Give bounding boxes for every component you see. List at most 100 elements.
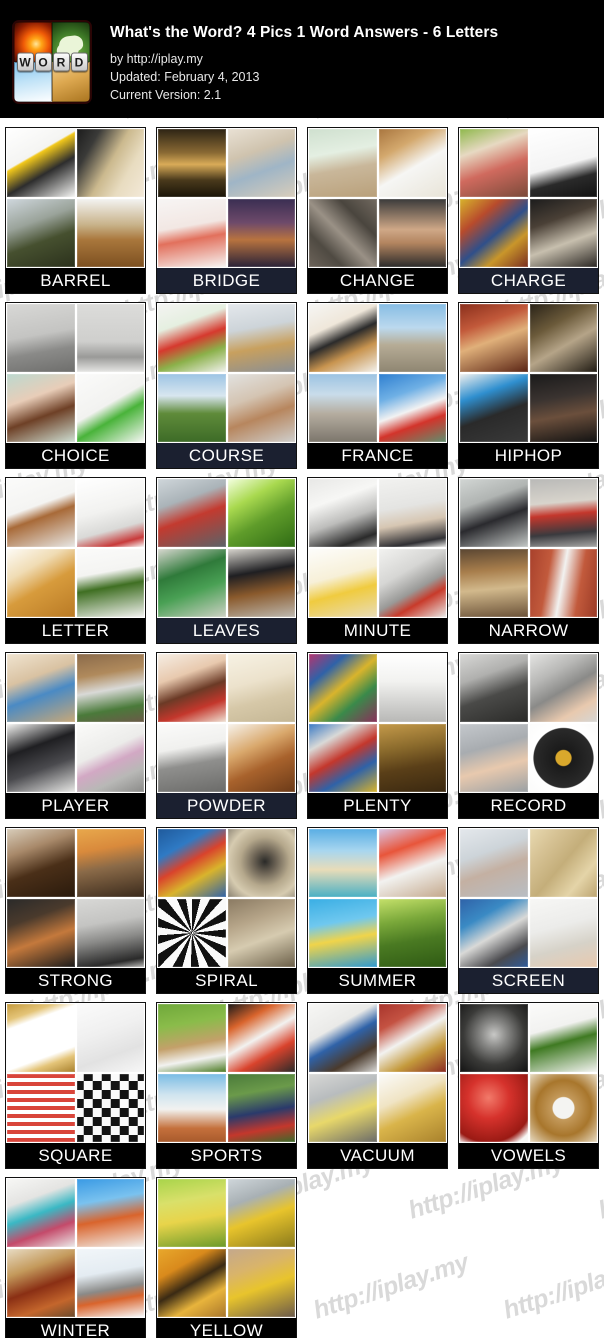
puzzle-image-1 — [309, 304, 377, 372]
answer-card-letter[interactable]: LETTER — [6, 478, 145, 643]
answer-word-label: PLAYER — [6, 793, 145, 818]
puzzle-image-2 — [76, 1004, 144, 1072]
puzzle-image-4 — [227, 899, 295, 967]
answer-card-minute[interactable]: MINUTE — [308, 478, 447, 643]
puzzle-images — [308, 478, 447, 618]
puzzle-image-4 — [76, 899, 144, 967]
answer-word-label: SPORTS — [157, 1143, 296, 1168]
logo-tile-d: D — [70, 52, 88, 72]
puzzle-image-2 — [227, 654, 295, 722]
puzzle-image-2 — [378, 304, 446, 372]
puzzle-image-2 — [227, 479, 295, 547]
puzzle-image-3 — [309, 374, 377, 442]
answer-word-label: SQUARE — [6, 1143, 145, 1168]
answer-card-slot: SPORTS — [151, 993, 302, 1168]
answer-card-course[interactable]: COURSE — [157, 303, 296, 468]
answer-card-vowels[interactable]: VOWELS — [459, 1003, 598, 1168]
puzzle-image-4 — [378, 1074, 446, 1142]
answer-word-label: MINUTE — [308, 618, 447, 643]
answer-word-label: VOWELS — [459, 1143, 598, 1168]
answer-card-powder[interactable]: POWDER — [157, 653, 296, 818]
puzzle-image-4 — [529, 1074, 597, 1142]
puzzle-image-4 — [529, 899, 597, 967]
answer-card-slot: RECORD — [453, 643, 604, 818]
puzzle-image-4 — [378, 899, 446, 967]
answer-word-label: LEAVES — [157, 618, 296, 643]
answer-card-bridge[interactable]: BRIDGE — [157, 128, 296, 293]
puzzle-image-3 — [460, 1074, 528, 1142]
puzzle-image-2 — [76, 829, 144, 897]
puzzle-image-3 — [460, 374, 528, 442]
puzzle-image-2 — [529, 304, 597, 372]
puzzle-image-4 — [529, 199, 597, 267]
puzzle-image-1 — [309, 654, 377, 722]
answer-card-vacuum[interactable]: VACUUM — [308, 1003, 447, 1168]
puzzle-image-4 — [227, 1074, 295, 1142]
puzzle-images — [6, 828, 145, 968]
answer-card-winter[interactable]: WINTER — [6, 1178, 145, 1338]
puzzle-image-4 — [227, 199, 295, 267]
answer-card-slot: YELLOW — [151, 1168, 302, 1338]
puzzle-image-2 — [529, 1004, 597, 1072]
answer-card-slot: FRANCE — [302, 293, 453, 468]
answer-card-change[interactable]: CHANGE — [308, 128, 447, 293]
answer-card-strong[interactable]: STRONG — [6, 828, 145, 993]
puzzle-image-2 — [378, 129, 446, 197]
puzzle-image-3 — [309, 724, 377, 792]
answer-word-label: WINTER — [6, 1318, 145, 1338]
answer-card-square[interactable]: SQUARE — [6, 1003, 145, 1168]
answer-card-yellow[interactable]: YELLOW — [157, 1178, 296, 1338]
puzzle-image-1 — [7, 304, 75, 372]
answer-card-screen[interactable]: SCREEN — [459, 828, 598, 993]
puzzle-images — [459, 478, 598, 618]
puzzle-images — [308, 128, 447, 268]
puzzle-images — [157, 653, 296, 793]
answer-card-leaves[interactable]: LEAVES — [157, 478, 296, 643]
logo-tile-o: O — [34, 52, 52, 72]
answer-card-barrel[interactable]: BARREL — [6, 128, 145, 293]
puzzle-image-2 — [227, 1004, 295, 1072]
answer-word-label: CHARGE — [459, 268, 598, 293]
answer-word-label: SUMMER — [308, 968, 447, 993]
puzzle-image-3 — [7, 374, 75, 442]
answer-card-slot: HIPHOP — [453, 293, 604, 468]
answer-card-slot: SCREEN — [453, 818, 604, 993]
answer-card-summer[interactable]: SUMMER — [308, 828, 447, 993]
puzzle-image-1 — [158, 1179, 226, 1247]
puzzle-image-2 — [76, 654, 144, 722]
answer-card-slot: MINUTE — [302, 468, 453, 643]
answer-card-choice[interactable]: CHOICE — [6, 303, 145, 468]
puzzle-images — [308, 653, 447, 793]
puzzle-image-1 — [158, 479, 226, 547]
page-header: W O R D What's the Word? 4 Pics 1 Word A… — [0, 0, 604, 118]
answer-card-slot: BARREL — [0, 118, 151, 293]
answer-card-narrow[interactable]: NARROW — [459, 478, 598, 643]
answer-card-plenty[interactable]: PLENTY — [308, 653, 447, 818]
puzzle-image-2 — [227, 304, 295, 372]
puzzle-image-2 — [529, 479, 597, 547]
puzzle-image-1 — [460, 1004, 528, 1072]
answer-card-slot: LETTER — [0, 468, 151, 643]
answer-word-label: LETTER — [6, 618, 145, 643]
answer-card-hiphop[interactable]: HIPHOP — [459, 303, 598, 468]
puzzle-image-2 — [227, 1179, 295, 1247]
puzzle-image-3 — [7, 1074, 75, 1142]
answer-card-record[interactable]: RECORD — [459, 653, 598, 818]
puzzle-image-3 — [158, 374, 226, 442]
answer-card-charge[interactable]: CHARGE — [459, 128, 598, 293]
answer-word-label: VACUUM — [308, 1143, 447, 1168]
puzzle-image-2 — [76, 304, 144, 372]
puzzle-image-2 — [378, 654, 446, 722]
puzzle-image-1 — [460, 479, 528, 547]
puzzle-image-2 — [76, 129, 144, 197]
answer-card-spiral[interactable]: SPIRAL — [157, 828, 296, 993]
answer-card-france[interactable]: FRANCE — [308, 303, 447, 468]
four-pics-one-word-logo-icon: W O R D — [12, 20, 92, 104]
puzzle-image-3 — [460, 199, 528, 267]
puzzle-images — [157, 128, 296, 268]
answer-card-sports[interactable]: SPORTS — [157, 1003, 296, 1168]
answer-card-player[interactable]: PLAYER — [6, 653, 145, 818]
puzzle-images — [6, 1003, 145, 1143]
answer-word-label: COURSE — [157, 443, 296, 468]
logo-tile-w: W — [16, 52, 34, 72]
